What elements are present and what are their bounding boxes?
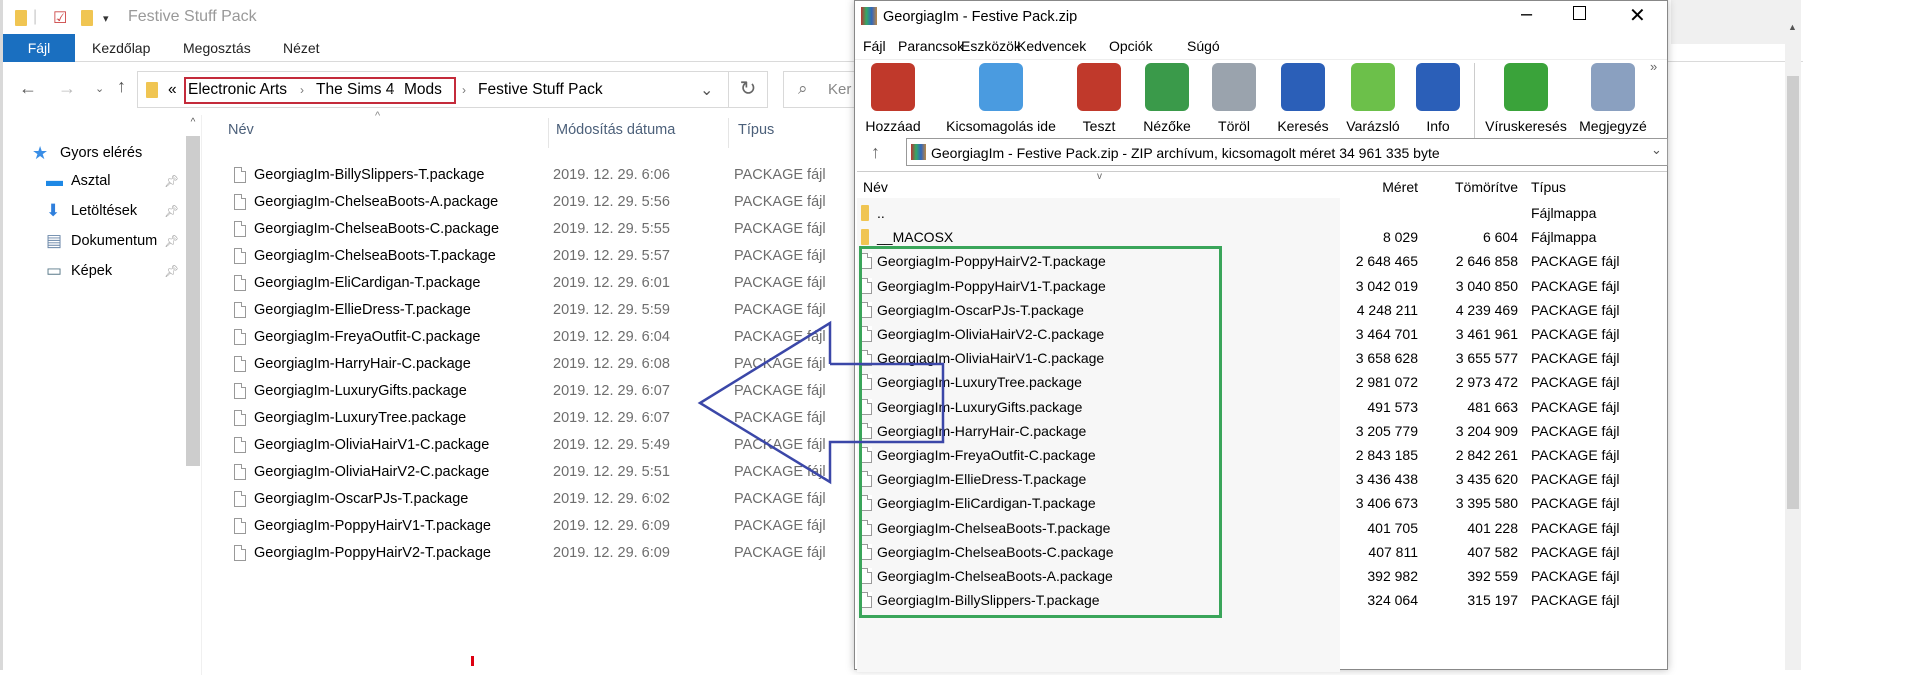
arrow-shape [697,320,945,485]
arrow-annotation [697,320,945,485]
